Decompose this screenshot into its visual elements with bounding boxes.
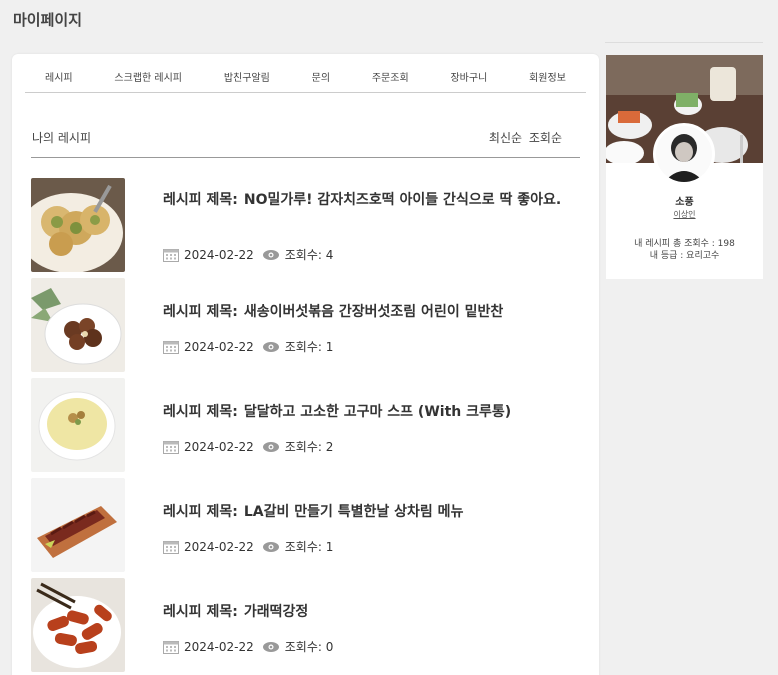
eye-icon [262,441,279,452]
tab-friend-alerts[interactable]: 밥친구알림 [224,72,270,92]
recipe-title[interactable]: 레시피 제목: 가래떡강정 [163,602,573,623]
avatar[interactable] [653,123,715,185]
recipe-date: 2024-02-22 [184,247,254,262]
recipe-title[interactable]: 레시피 제목: LA갈비 만들기 특별한날 상차림 메뉴 [163,502,573,523]
recipe-meta: 2024-02-22 조회수: 1 [163,538,333,555]
divider [31,157,580,158]
recipe-thumbnail[interactable] [31,578,125,672]
tab-bar: 레시피 스크랩한 레시피 밥친구알림 문의 주문조회 장바구니 회원정보 [25,72,586,93]
sort-latest-button[interactable]: 최신순 [489,131,522,145]
tab-inquiry[interactable]: 문의 [312,72,330,92]
list-item[interactable]: 레시피 제목: LA갈비 만들기 특별한날 상차림 메뉴 2024-02-22 조… [31,478,591,578]
tab-member-info[interactable]: 회원정보 [529,72,566,92]
recipe-views: 조회수: 1 [284,340,334,354]
tab-recipes[interactable]: 레시피 [45,72,73,92]
list-item[interactable]: 레시피 제목: NO밀가루! 감자치즈호떡 아이들 간식으로 딱 좋아요. 202… [31,178,591,278]
recipe-thumbnail[interactable] [31,478,125,572]
eye-icon [262,541,279,552]
calendar-icon [163,540,179,554]
recipe-title[interactable]: 레시피 제목: 새송이버섯볶음 간장버섯조림 어린이 밑반찬 [163,302,573,323]
recipe-meta: 2024-02-22 조회수: 1 [163,338,333,355]
recipe-thumbnail[interactable] [31,178,125,272]
profile-link[interactable]: 이상인 [606,209,763,220]
recipe-views: 조회수: 0 [284,640,334,654]
page-title: 마이페이지 [13,11,83,29]
recipe-views: 조회수: 4 [284,248,334,262]
tab-scrapped-recipes[interactable]: 스크랩한 레시피 [114,72,182,92]
recipe-thumbnail[interactable] [31,378,125,472]
eye-icon [262,641,279,652]
recipe-views: 조회수: 2 [284,440,334,454]
tab-cart[interactable]: 장바구니 [450,72,487,92]
profile-grade: 내 등급 : 요리고수 [649,251,720,261]
list-item[interactable]: 레시피 제목: 가래떡강정 2024-02-22 조회수: 0 [31,578,591,675]
eye-icon [262,249,279,260]
recipe-date: 2024-02-22 [184,639,254,654]
recipe-meta: 2024-02-22 조회수: 0 [163,638,333,655]
sort-views-button[interactable]: 조회순 [529,131,562,145]
section-title: 나의 레시피 [32,131,92,145]
profile-card: 소풍 이상인 내 레시피 총 조회수 : 198 내 등급 : 요리고수 [606,55,763,279]
recipe-title[interactable]: 레시피 제목: 달달하고 고소한 고구마 스프 (With 크루통) [163,402,573,423]
recipe-date: 2024-02-22 [184,339,254,354]
calendar-icon [163,340,179,354]
divider [605,42,763,43]
recipe-views: 조회수: 1 [284,540,334,554]
recipe-meta: 2024-02-22 조회수: 4 [163,246,333,263]
calendar-icon [163,440,179,454]
recipe-date: 2024-02-22 [184,539,254,554]
recipe-meta: 2024-02-22 조회수: 2 [163,438,333,455]
profile-name: 소풍 [675,197,694,208]
eye-icon [262,341,279,352]
sort-group: 최신순 조회순 [486,129,562,146]
calendar-icon [163,640,179,654]
recipe-date: 2024-02-22 [184,439,254,454]
calendar-icon [163,248,179,262]
recipe-title[interactable]: 레시피 제목: NO밀가루! 감자치즈호떡 아이들 간식으로 딱 좋아요. [163,190,573,211]
tab-orders[interactable]: 주문조회 [372,72,409,92]
recipe-list: 레시피 제목: NO밀가루! 감자치즈호떡 아이들 간식으로 딱 좋아요. 202… [31,178,591,675]
recipe-thumbnail[interactable] [31,278,125,372]
main-card: 레시피 스크랩한 레시피 밥친구알림 문의 주문조회 장바구니 회원정보 나의 … [12,54,599,675]
list-item[interactable]: 레시피 제목: 달달하고 고소한 고구마 스프 (With 크루통) 2024-0… [31,378,591,478]
list-item[interactable]: 레시피 제목: 새송이버섯볶음 간장버섯조림 어린이 밑반찬 2024-02-22… [31,278,591,378]
